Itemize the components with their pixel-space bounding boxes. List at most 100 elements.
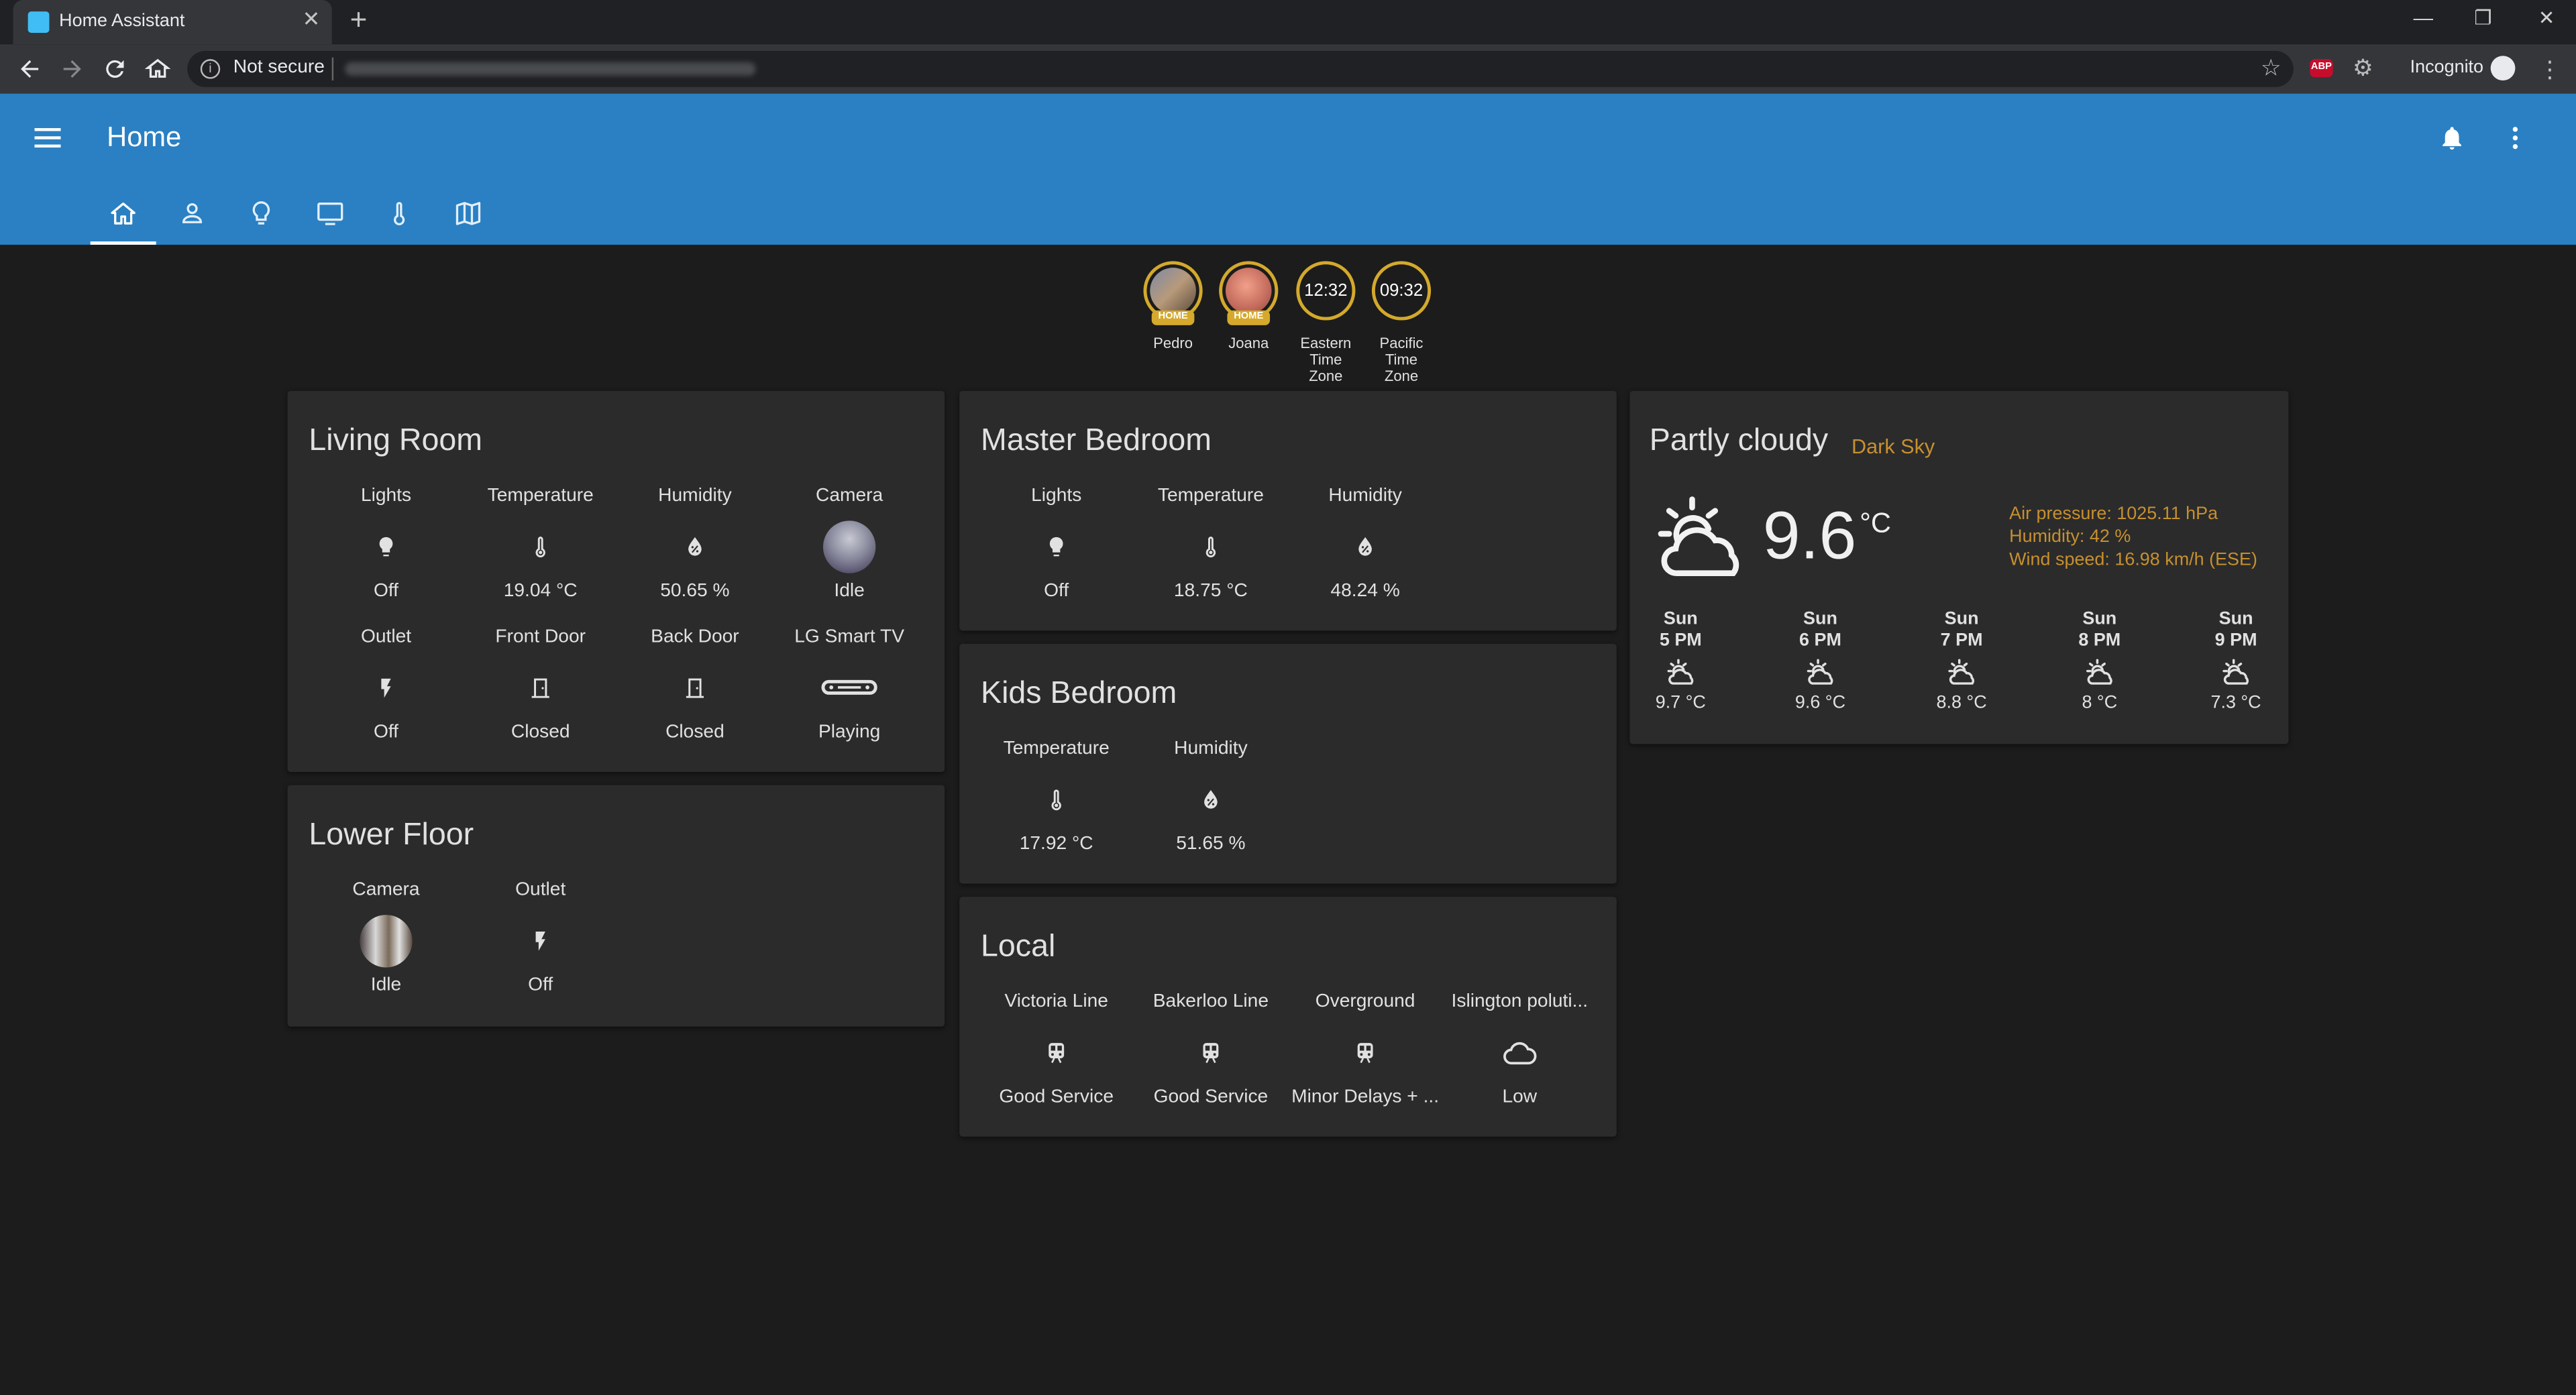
minimize-icon[interactable]: — [2414, 7, 2433, 30]
entity-name: LG Smart TV [794, 627, 905, 647]
badge-eastern-time[interactable]: 12:32 Eastern Time Zone [1293, 261, 1358, 384]
url-field[interactable]: i Not secure ☆ [187, 50, 2294, 87]
entity-islington-pollution[interactable]: Islington poluti... Low [1442, 992, 1597, 1107]
badge-circle: HOME [1219, 261, 1279, 325]
home-assistant-favicon-icon [28, 11, 50, 33]
entity-name: Overground [1315, 992, 1415, 1012]
entity-temperature[interactable]: Temperature 19.04 °C [464, 486, 618, 601]
entity-name: Lights [360, 486, 412, 506]
entity-lights[interactable]: Lights Off [979, 486, 1134, 601]
forecast-temp: 9.6 °C [1794, 693, 1846, 713]
badge-value: 12:32 [1304, 280, 1348, 301]
badge-pacific-time[interactable]: 09:32 Pacific Time Zone [1368, 261, 1434, 384]
entity-state: Minor Delays + ... [1291, 1087, 1440, 1107]
url-text-blurred [345, 62, 756, 76]
thermometer-icon [1051, 789, 1061, 811]
back-icon[interactable] [16, 56, 42, 82]
entity-temperature[interactable]: Temperature 17.92 °C [979, 739, 1134, 854]
entity-name: Front Door [495, 627, 586, 647]
door-closed-icon [531, 678, 549, 698]
flash-icon [381, 678, 391, 698]
tab-people[interactable] [160, 195, 225, 244]
card-kids-bedroom: Kids Bedroom Temperature 17.92 °C Humidi… [959, 644, 1617, 884]
train-icon [1357, 1043, 1373, 1064]
weather-unit: °C [1860, 507, 1891, 539]
entity-state: Off [1044, 581, 1069, 602]
new-tab-icon[interactable]: + [350, 5, 368, 34]
badge-joana[interactable]: HOME Joana [1216, 261, 1281, 351]
forecast-day: Sun [1944, 609, 1979, 629]
browser-menu-icon[interactable]: ⋮ [2538, 56, 2561, 84]
entity-outlet[interactable]: Outlet Off [464, 881, 618, 995]
restore-icon[interactable]: ❐ [2474, 7, 2491, 30]
forecast-item: Sun 7 PM 8.8 °C [1913, 610, 2011, 713]
entity-name: Temperature [1157, 486, 1264, 506]
person-icon [182, 203, 203, 223]
entity-state: 50.65 % [660, 581, 730, 602]
tab-title: Home Assistant [59, 11, 185, 32]
badge-circle: 12:32 [1296, 261, 1356, 321]
forecast-item: Sun 5 PM 9.7 °C [1631, 610, 1730, 713]
entity-name: Lights [1031, 486, 1082, 506]
entity-camera[interactable]: Camera Idle [309, 881, 463, 995]
close-window-icon[interactable]: ✕ [2538, 7, 2555, 30]
entity-overground[interactable]: Overground Minor Delays + ... [1288, 992, 1442, 1107]
door-closed-icon [686, 678, 704, 698]
partly-cloudy-icon [1658, 496, 1739, 576]
entity-temperature[interactable]: Temperature 18.75 °C [1134, 486, 1288, 601]
entity-lights[interactable]: Lights Off [309, 486, 463, 601]
entity-outlet[interactable]: Outlet Off [309, 628, 463, 742]
bookmark-star-icon[interactable]: ☆ [2261, 54, 2282, 82]
entity-victoria-line[interactable]: Victoria Line Good Service [979, 992, 1134, 1107]
entity-humidity[interactable]: Humidity 48.24 % [1288, 486, 1442, 601]
forecast-item: Sun 8 PM 8 °C [2050, 610, 2149, 713]
lightbulb-icon [1049, 537, 1063, 557]
incognito-avatar-icon[interactable] [2490, 56, 2516, 81]
weather-humidity: Humidity: 42 % [2009, 527, 2131, 547]
url-divider [331, 57, 334, 81]
adblock-extension-icon[interactable]: ABP [2310, 59, 2333, 78]
card-local: Local Victoria Line Good Service Bakerlo… [959, 897, 1617, 1137]
card-weather[interactable]: Partly cloudy Dark Sky 9.6 °C Air pressu… [1629, 390, 2289, 744]
tab-media[interactable] [297, 195, 363, 244]
entity-state: 18.75 °C [1173, 581, 1248, 602]
entity-front-door[interactable]: Front Door Closed [464, 628, 618, 742]
close-tab-icon[interactable]: ✕ [303, 8, 321, 30]
entity-state: 48.24 % [1330, 581, 1400, 602]
partly-cloudy-icon [1947, 659, 1974, 685]
tab-climate[interactable] [366, 195, 432, 244]
entity-humidity[interactable]: Humidity 51.65 % [1134, 739, 1288, 854]
home-browser-icon[interactable] [144, 56, 171, 82]
menu-icon[interactable] [34, 127, 61, 150]
badge-name: Pacific Time Zone [1379, 335, 1424, 385]
forecast-day: Sun [1663, 609, 1698, 629]
entity-name: Humidity [1174, 739, 1248, 759]
entity-humidity[interactable]: Humidity 50.65 % [618, 486, 772, 601]
entity-back-door[interactable]: Back Door Closed [618, 628, 772, 742]
notifications-bell-icon[interactable] [2438, 123, 2466, 153]
avatar [1150, 268, 1196, 314]
forward-icon[interactable] [59, 56, 85, 82]
forecast-temp: 9.7 °C [1655, 693, 1706, 713]
reload-icon[interactable] [102, 56, 128, 82]
tab-lights[interactable] [228, 195, 294, 244]
camera-thumbnail [360, 915, 413, 968]
extension-gear-icon[interactable]: ⚙ [2353, 54, 2373, 82]
badge-pedro[interactable]: HOME Pedro [1140, 261, 1206, 351]
tab-map[interactable] [435, 195, 501, 244]
forecast-day: Sun [2082, 609, 2117, 629]
entity-bakerloo-line[interactable]: Bakerloo Line Good Service [1134, 992, 1288, 1107]
entity-lg-smart-tv[interactable]: LG Smart TV Playing [772, 628, 926, 742]
browser-tab[interactable]: Home Assistant ✕ [13, 0, 332, 45]
entity-name: Humidity [1328, 486, 1402, 506]
browser-tab-bar: Home Assistant ✕ + — ❐ ✕ [0, 0, 2576, 45]
info-icon[interactable]: i [200, 59, 221, 79]
card-master-bedroom: Master Bedroom Lights Off Temperature 18… [959, 390, 1617, 631]
incognito-label: Incognito [2410, 57, 2484, 78]
entity-name: Victoria Line [1004, 992, 1108, 1012]
more-options-icon[interactable] [2506, 123, 2525, 153]
forecast-time: 7 PM [1940, 630, 1983, 651]
security-label: Not secure [233, 57, 325, 78]
entity-camera[interactable]: Camera Idle [772, 486, 926, 601]
tab-home[interactable] [90, 195, 156, 245]
